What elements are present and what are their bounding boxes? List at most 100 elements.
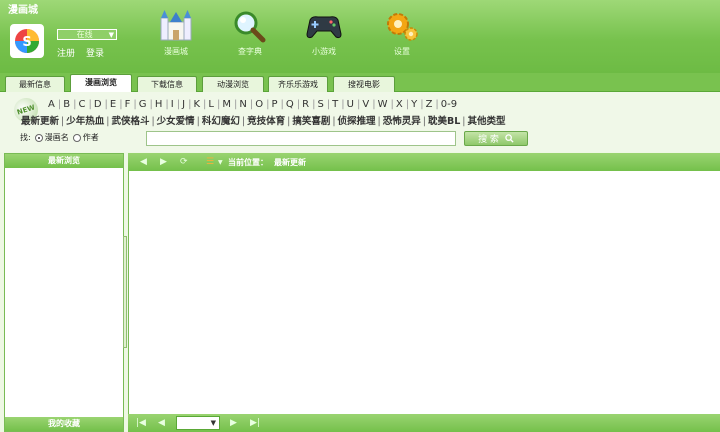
nav-mini-games[interactable]: 小游戏 <box>294 8 354 60</box>
tab-anime-browse[interactable]: 动漫浏览 <box>202 76 264 92</box>
genre-link[interactable]: 少女爱情 <box>157 116 195 127</box>
separator: | <box>73 99 77 110</box>
letter-link[interactable]: L <box>208 99 214 110</box>
refresh-icon[interactable]: ⟳ <box>180 157 188 167</box>
menu-list-icon[interactable]: ☰ <box>206 157 214 167</box>
separator: | <box>462 116 466 127</box>
letter-link[interactable]: E <box>110 99 116 110</box>
panel-splitter[interactable] <box>123 236 127 348</box>
separator: | <box>420 99 424 110</box>
letter-link[interactable]: J <box>182 99 185 110</box>
letter-link[interactable]: Q <box>286 99 294 110</box>
separator: | <box>216 99 221 110</box>
genre-link[interactable]: 侦探推理 <box>338 116 376 127</box>
prev-page-icon[interactable]: ◀ <box>158 418 165 428</box>
letter-link[interactable]: U <box>347 99 354 110</box>
search-by-label: 找: <box>20 133 31 142</box>
genre-link[interactable]: 少年热血 <box>66 116 104 127</box>
login-link[interactable]: 登录 <box>86 46 104 59</box>
letter-link[interactable]: H <box>155 99 163 110</box>
genre-link[interactable]: 科幻魔幻 <box>202 116 240 127</box>
radio-title-label: 漫画名 <box>44 133 69 142</box>
last-page-icon[interactable]: ▶| <box>250 418 260 428</box>
nav-label: 小游戏 <box>312 47 336 56</box>
separator: | <box>61 116 65 127</box>
magnifier-icon <box>234 11 266 43</box>
separator: | <box>435 99 439 110</box>
genre-link[interactable]: 竞技体育 <box>247 116 285 127</box>
nav-settings[interactable]: 设置 <box>372 8 432 60</box>
tab-games[interactable]: 齐乐乐游戏 <box>268 76 328 92</box>
separator: | <box>119 99 123 110</box>
genre-link[interactable]: 最新更新 <box>21 116 59 127</box>
letter-link[interactable]: B <box>63 99 70 110</box>
letter-link[interactable]: 0-9 <box>441 99 457 110</box>
register-link[interactable]: 注册 <box>57 46 75 59</box>
letter-link[interactable]: D <box>94 99 102 110</box>
search-input[interactable] <box>146 131 456 146</box>
letter-link[interactable]: Z <box>426 99 433 110</box>
letter-link[interactable]: S <box>317 99 323 110</box>
genre-link[interactable]: 搞笑喜剧 <box>292 116 330 127</box>
genre-link[interactable]: 其他类型 <box>467 116 505 127</box>
separator: | <box>356 99 361 110</box>
separator: | <box>341 99 345 110</box>
letter-link[interactable]: G <box>139 99 147 110</box>
separator: | <box>372 99 376 110</box>
page-select[interactable]: ▼ <box>176 416 220 430</box>
genre-link[interactable]: 耽美BL <box>428 116 460 127</box>
separator: | <box>104 99 108 110</box>
letter-link[interactable]: F <box>125 99 131 110</box>
genre-link[interactable]: 武侠格斗 <box>111 116 149 127</box>
letter-link[interactable]: C <box>78 99 85 110</box>
letter-link[interactable]: N <box>239 99 246 110</box>
favorites-header[interactable]: 我的收藏 <box>5 417 123 431</box>
tab-download-info[interactable]: 下载信息 <box>137 76 197 92</box>
back-icon[interactable]: ◀ <box>140 157 147 167</box>
tab-latest-info[interactable]: 最新信息 <box>5 76 65 92</box>
tab-comic-browse[interactable]: 漫画浏览 <box>70 74 132 93</box>
recent-header: 最新浏览 <box>5 154 123 168</box>
letter-link[interactable]: A <box>48 99 55 110</box>
next-page-icon[interactable]: ▶ <box>230 418 237 428</box>
letter-link[interactable]: O <box>255 99 263 110</box>
radio-author-label: 作者 <box>82 133 99 142</box>
nav-dictionary[interactable]: 查字典 <box>220 8 280 60</box>
app-logo: S <box>10 24 44 58</box>
first-page-icon[interactable]: |◀ <box>136 418 146 428</box>
svg-text:S: S <box>22 35 31 50</box>
recent-panel: 最新浏览 我的收藏 <box>4 153 124 432</box>
radio-author[interactable] <box>72 133 81 142</box>
radio-title[interactable] <box>34 133 43 142</box>
letter-link[interactable]: V <box>362 99 369 110</box>
separator: | <box>203 99 207 110</box>
separator: | <box>106 116 110 127</box>
search-button[interactable]: 搜 索 <box>464 131 528 146</box>
letter-link[interactable]: M <box>222 99 231 110</box>
status-select[interactable]: 在线 ▼ <box>57 29 117 40</box>
letter-link[interactable]: W <box>378 99 388 110</box>
letter-link[interactable]: I <box>171 99 174 110</box>
castle-icon <box>160 10 192 41</box>
letter-link[interactable]: Y <box>411 99 417 110</box>
letter-link[interactable]: P <box>271 99 277 110</box>
separator: | <box>287 116 291 127</box>
letter-link[interactable]: R <box>302 99 309 110</box>
location-value: 最新更新 <box>274 158 306 167</box>
forward-icon[interactable]: ▶ <box>160 157 167 167</box>
chevron-down-icon[interactable]: ▼ <box>218 159 223 166</box>
separator: | <box>266 99 270 110</box>
letter-link[interactable]: X <box>396 99 403 110</box>
separator: | <box>188 99 192 110</box>
letter-link[interactable]: K <box>193 99 200 110</box>
separator: | <box>280 99 284 110</box>
tab-movies[interactable]: 搜视电影 <box>333 76 395 92</box>
separator: | <box>241 116 246 127</box>
separator: | <box>405 99 410 110</box>
letter-link[interactable]: T <box>332 99 338 110</box>
separator: | <box>151 116 155 127</box>
nav-comic-city[interactable]: 漫画城 <box>146 8 206 60</box>
pager-bar: |◀ ◀ ▼ ▶ ▶| <box>128 414 720 432</box>
genre-link[interactable]: 恐怖灵异 <box>383 116 421 127</box>
gamepad-icon <box>306 16 342 39</box>
